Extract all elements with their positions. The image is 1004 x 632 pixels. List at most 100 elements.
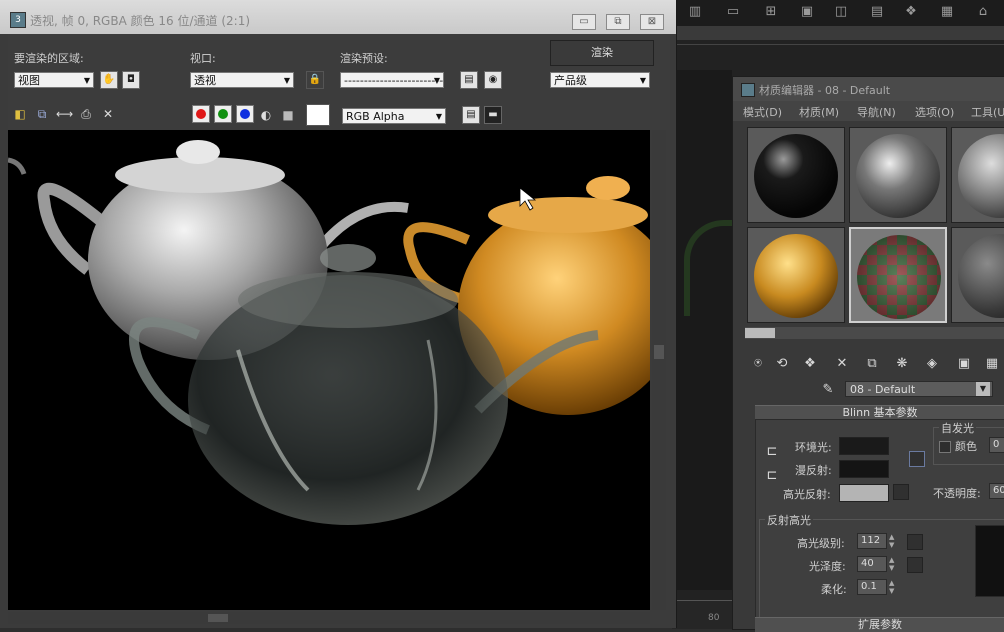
toggle-ui-overlay-icon[interactable]: ▤ xyxy=(462,106,480,124)
gloss-spinner[interactable]: 40 xyxy=(857,556,887,572)
close-button[interactable]: ⊠ xyxy=(640,14,664,30)
alpha-icon[interactable]: ◐ xyxy=(258,107,274,123)
ambient-label: 环境光: xyxy=(795,441,832,454)
timeline-ruler: 80 xyxy=(672,600,734,629)
print-icon[interactable]: ⎙ xyxy=(78,106,94,122)
show-map-icon[interactable]: ▦ xyxy=(983,355,1001,373)
green-channel-button[interactable] xyxy=(214,105,232,123)
chevron-down-icon[interactable]: ▼ xyxy=(976,382,990,396)
color-swatch[interactable] xyxy=(306,104,330,126)
blinn-rollout-header[interactable]: Blinn 基本参数 xyxy=(755,405,1004,420)
spec-level-map-button[interactable] xyxy=(907,534,923,550)
clear-icon[interactable]: ✕ xyxy=(100,106,116,122)
toolbar-icon[interactable]: ▤ xyxy=(866,2,888,22)
preset-dropdown[interactable]: ------------------------- ▼ xyxy=(340,72,444,88)
spinner-arrows-icon[interactable]: ▲ ▼ xyxy=(889,579,897,595)
material-editor-window: 材质编辑器 - 08 - Default 模式(D) 材质(M) 导航(N) 选… xyxy=(732,76,1004,632)
app-icon xyxy=(741,83,755,97)
material-slot-black[interactable] xyxy=(747,127,845,223)
menu-options[interactable]: 选项(O) xyxy=(915,104,954,120)
toolbar-icon[interactable]: ▭ xyxy=(722,2,744,22)
toolbar-icon[interactable]: ⌂ xyxy=(972,2,994,22)
area-dropdown[interactable]: 视图 ▼ xyxy=(14,72,94,88)
ambient-swatch[interactable] xyxy=(839,437,889,455)
clone-frame-icon[interactable]: ⟷ xyxy=(56,106,73,122)
specular-swatch[interactable] xyxy=(839,484,889,502)
render-mode-dropdown[interactable]: 产品级 ▼ xyxy=(550,72,650,88)
diffuse-map-button[interactable] xyxy=(909,451,925,467)
viewport-dropdown[interactable]: 透视 ▼ xyxy=(190,72,294,88)
material-slot-rough[interactable] xyxy=(951,127,1004,223)
lock-diffuse-icon[interactable]: ⊏ xyxy=(763,467,781,485)
put-to-scene-icon[interactable]: ⟲ xyxy=(773,355,791,373)
edit-region-icon[interactable]: ✋ xyxy=(100,71,118,89)
command-strip xyxy=(660,26,1004,40)
chevron-down-icon: ▼ xyxy=(639,76,646,85)
material-slot-gray[interactable] xyxy=(951,227,1004,323)
spinner-arrows-icon[interactable]: ▲ ▼ xyxy=(889,533,897,549)
viewport-label: 视口: xyxy=(190,52,216,65)
toolbar-icon[interactable]: ❖ xyxy=(900,2,922,22)
render-mode-value: 产品级 xyxy=(554,74,587,87)
toolbar-icon[interactable]: ▦ xyxy=(936,2,958,22)
material-name-value: 08 - Default xyxy=(850,383,916,396)
toggle-ui-icon[interactable]: ▬ xyxy=(484,106,502,124)
lock-icon[interactable]: 🔒 xyxy=(306,71,324,89)
chevron-down-icon: ▼ xyxy=(433,76,440,85)
rendered-image xyxy=(8,130,650,610)
opacity-label: 不透明度: xyxy=(933,487,981,500)
menu-bar: 模式(D) 材质(M) 导航(N) 选项(O) 工具(U) xyxy=(733,101,1004,121)
material-slot-glass-selected[interactable] xyxy=(849,227,947,323)
toolbar-icon[interactable]: ◫ xyxy=(830,2,852,22)
render-setup-icon[interactable]: ▤ xyxy=(460,71,478,89)
spec-level-spinner[interactable]: 112 xyxy=(857,533,887,549)
channel-value: RGB Alpha xyxy=(346,110,405,123)
material-editor-title: 材质编辑器 - 08 - Default xyxy=(759,84,891,97)
opacity-spinner[interactable]: 60 xyxy=(989,483,1004,499)
spinner-arrows-icon[interactable]: ▲ ▼ xyxy=(889,556,897,572)
get-material-icon[interactable]: ⍟ xyxy=(749,355,767,373)
blue-channel-button[interactable] xyxy=(236,105,254,123)
render-window-titlebar[interactable]: 3 透视, 帧 0, RGBA 颜色 16 位/通道 (2:1) ▭ ⧉ ⊠ xyxy=(0,0,676,34)
eyedropper-icon[interactable]: ✎ xyxy=(819,381,837,399)
horizontal-scrollbar[interactable] xyxy=(8,612,650,624)
save-image-icon[interactable]: ◧ xyxy=(12,106,28,122)
menu-navigation[interactable]: 导航(N) xyxy=(857,104,896,120)
red-channel-button[interactable] xyxy=(192,105,210,123)
diffuse-swatch[interactable] xyxy=(839,460,889,478)
copy-image-icon[interactable]: ⧉ xyxy=(34,106,50,122)
assign-material-icon[interactable]: ❖ xyxy=(801,355,819,373)
put-to-library-icon[interactable]: ◈ xyxy=(923,355,941,373)
slots-scrollbar[interactable] xyxy=(745,327,1004,339)
material-slot-gold[interactable] xyxy=(747,227,845,323)
material-slot-chrome[interactable] xyxy=(849,127,947,223)
mono-icon[interactable]: ■ xyxy=(280,107,296,123)
menu-mode[interactable]: 模式(D) xyxy=(743,104,782,120)
material-name-field[interactable]: 08 - Default ▼ xyxy=(845,381,993,397)
color-checkbox[interactable] xyxy=(939,441,951,453)
restore-button[interactable]: ⧉ xyxy=(606,14,630,30)
copy-material-icon[interactable]: ⧉ xyxy=(863,355,881,373)
material-editor-titlebar[interactable]: 材质编辑器 - 08 - Default xyxy=(733,77,1004,101)
environment-icon[interactable]: ◉ xyxy=(484,71,502,89)
gloss-map-button[interactable] xyxy=(907,557,923,573)
soften-spinner[interactable]: 0.1 xyxy=(857,579,887,595)
lock-ambient-icon[interactable]: ⊏ xyxy=(763,443,781,461)
render-button[interactable]: 渲染 xyxy=(550,40,654,66)
make-unique-icon[interactable]: ❋ xyxy=(893,355,911,373)
vertical-scrollbar[interactable] xyxy=(652,130,666,610)
toolbar-icon[interactable]: ⊞ xyxy=(760,2,782,22)
auto-region-icon[interactable]: ◘ xyxy=(122,71,140,89)
extended-params-rollout-header[interactable]: 扩展参数 xyxy=(755,617,1004,632)
menu-utilities[interactable]: 工具(U) xyxy=(971,104,1004,120)
toolbar-icon[interactable]: ▥ xyxy=(684,2,706,22)
minimize-button[interactable]: ▭ xyxy=(572,14,596,30)
toolbar-icon[interactable]: ▣ xyxy=(796,2,818,22)
material-id-icon[interactable]: ▣ xyxy=(955,355,973,373)
specular-map-button[interactable] xyxy=(893,484,909,500)
reset-material-icon[interactable]: ✕ xyxy=(833,355,851,373)
channel-dropdown[interactable]: RGB Alpha ▼ xyxy=(342,108,446,124)
self-illum-spinner[interactable]: 0 xyxy=(989,437,1004,453)
menu-material[interactable]: 材质(M) xyxy=(799,104,839,120)
viewport-shadow xyxy=(672,70,732,590)
